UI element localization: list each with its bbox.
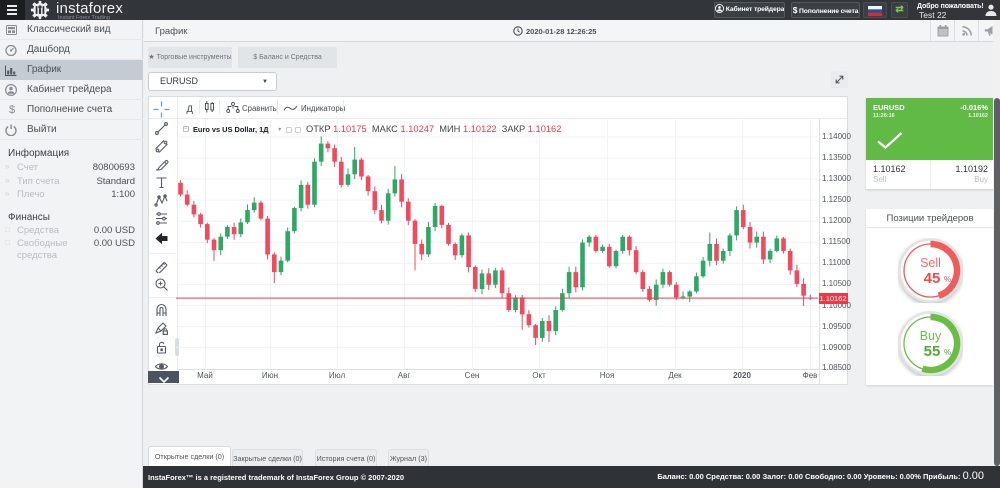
svg-text:Sell: Sell: [920, 256, 941, 270]
svg-text:55: 55: [924, 343, 941, 360]
svg-text:45: 45: [924, 270, 941, 287]
svg-text:Buy: Buy: [920, 329, 942, 343]
svg-text:%: %: [944, 348, 951, 357]
svg-text:%: %: [944, 275, 951, 284]
